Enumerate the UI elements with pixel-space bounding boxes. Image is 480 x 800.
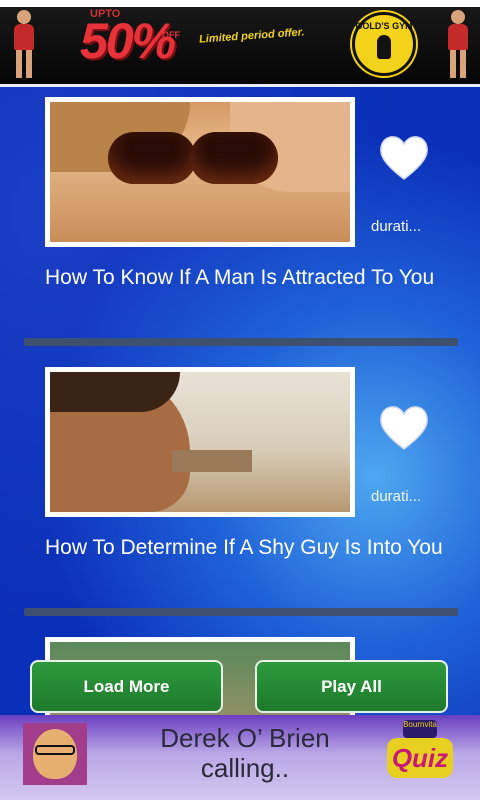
list-divider [24, 338, 458, 346]
favorite-heart-icon[interactable] [376, 402, 432, 452]
woman-figure-left-image [6, 10, 42, 78]
video-list[interactable]: durati... How To Know If A Man Is Attrac… [0, 87, 480, 715]
video-title[interactable]: How To Know If A Man Is Attracted To You [45, 265, 445, 291]
play-all-button[interactable]: Play All [255, 660, 448, 713]
status-strip [0, 0, 480, 7]
video-duration: durati... [371, 488, 422, 505]
video-thumbnail[interactable] [45, 367, 355, 517]
top-banner-ad[interactable]: UPTO 50% OFF Limited period offer. GOLD'… [0, 0, 480, 84]
favorite-heart-icon[interactable] [376, 132, 432, 182]
list-divider [24, 608, 458, 616]
ad-percent-text: 50% [80, 13, 176, 69]
ad-caller-text: Derek O’ Brien calling.. [160, 723, 330, 783]
woman-figure-right-image [440, 10, 476, 78]
quiz-logo: Bournvita Quiz [383, 720, 457, 784]
video-title[interactable]: How To Determine If A Shy Guy Is Into Yo… [45, 535, 445, 561]
golds-gym-logo: GOLD'S GYM [352, 12, 416, 76]
video-duration: durati... [371, 218, 422, 235]
caricature-image [23, 723, 87, 785]
ad-off-text: OFF [162, 30, 180, 40]
bottom-banner-ad[interactable]: Derek O’ Brien calling.. Bournvita Quiz [0, 715, 480, 800]
ad-offer-text: Limited period offer. [198, 26, 305, 46]
video-thumbnail[interactable] [45, 97, 355, 247]
load-more-button[interactable]: Load More [30, 660, 223, 713]
